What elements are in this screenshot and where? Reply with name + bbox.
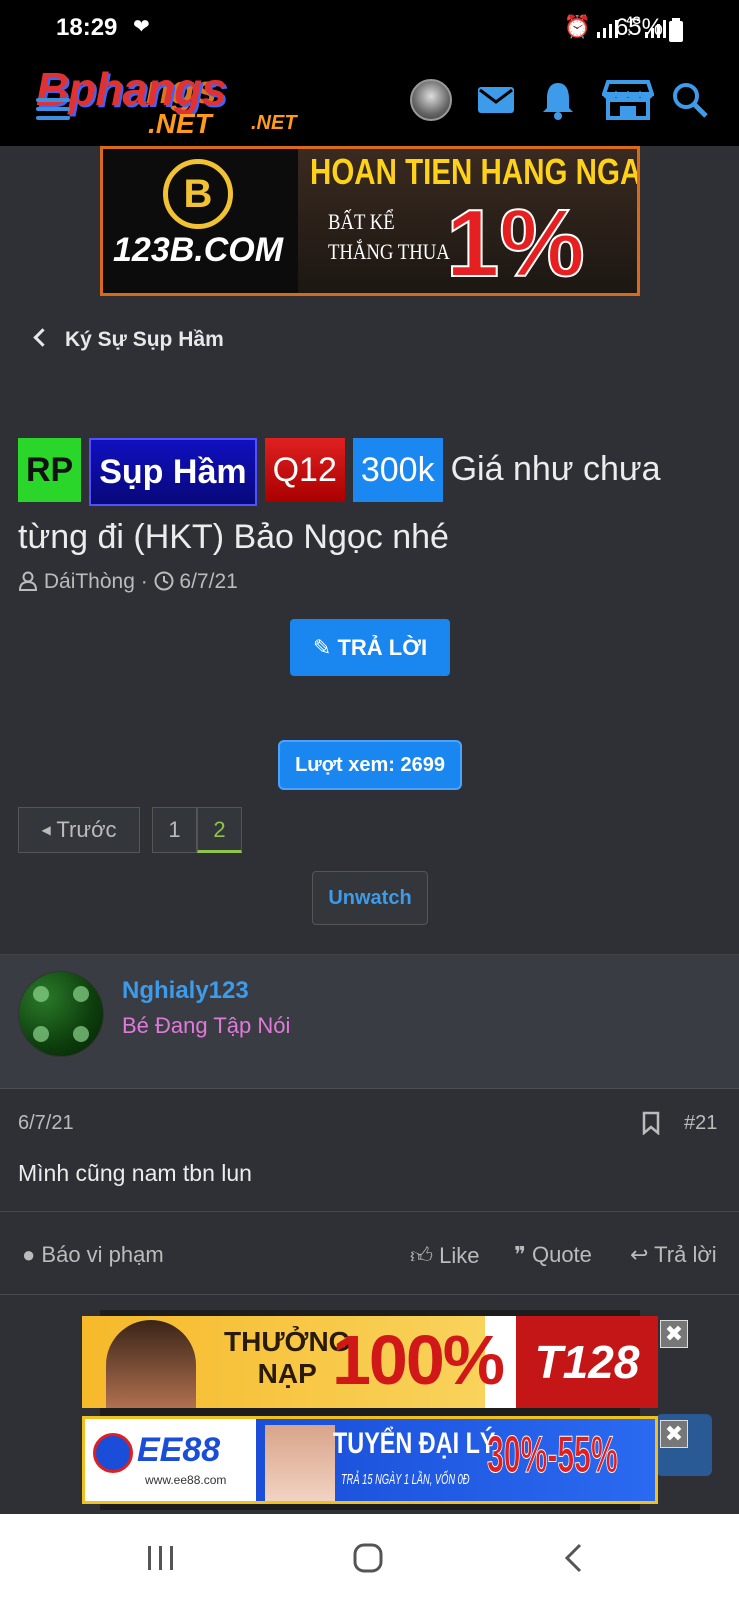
status-time: 18:29 <box>56 14 118 41</box>
logo-net: .NET <box>148 108 212 139</box>
site-header: ngs Bphangs .NET .NET <box>0 58 739 146</box>
heart-icon: ❤ <box>133 16 150 38</box>
tag-300k[interactable]: 300k <box>352 438 443 502</box>
ad-ee88[interactable]: EE88 www.ee88.com TUYỂN ĐẠI LÝ TRẢ 15 NG… <box>82 1416 658 1504</box>
reply-button[interactable]: ✎ TRẢ LỜI <box>290 619 450 676</box>
ad1-percent: 100% <box>332 1321 505 1399</box>
post-user-box: Nghialy123 Bé Đang Tập Nói <box>0 954 739 1089</box>
pencil-icon: ✎ <box>312 635 332 660</box>
logo-net-2: .NET <box>251 112 297 134</box>
like-label: Like <box>439 1243 480 1268</box>
alarm-icon: ⏰ <box>563 14 591 39</box>
user-icon <box>18 571 38 591</box>
post-date[interactable]: 6/7/21 <box>18 1112 74 1135</box>
bookmark-icon[interactable] <box>640 1111 662 1135</box>
tag-sup-ham[interactable]: Sụp Hầm <box>89 438 257 506</box>
unwatch-button[interactable]: Unwatch <box>312 871 428 925</box>
ad2-subtext: TRẢ 15 NGÀY 1 LẦN, VỐN 0Đ <box>341 1471 470 1488</box>
quote-icon: ❞ <box>514 1242 526 1267</box>
ad2-site: www.ee88.com <box>145 1473 227 1487</box>
avatar-image <box>33 986 89 1042</box>
post-username[interactable]: Nghialy123 <box>122 977 249 1005</box>
home-icon[interactable] <box>352 1542 384 1574</box>
post-content: Mình cũng nam tbn lun <box>18 1160 252 1186</box>
ad2-brand: EE88 <box>137 1431 221 1469</box>
alert-icon: ● <box>22 1242 36 1267</box>
top-banner-ad[interactable]: B 123B.COM HOAN TIEN HANG NGAY BẤT KỂ THẮ… <box>100 146 640 296</box>
like-button[interactable]: 👍︎ Like <box>410 1242 479 1269</box>
ad2-headline: TUYỂN ĐẠI LÝ <box>333 1427 496 1460</box>
banner-coin-logo: B <box>163 159 233 229</box>
bell-icon[interactable] <box>536 78 580 122</box>
tag-rp[interactable]: RP <box>18 438 82 502</box>
close-ad1-icon[interactable]: ✖ <box>660 1320 688 1348</box>
banner-percent: 1% <box>445 189 586 296</box>
ad2-percent: 30%-55% <box>487 1426 618 1485</box>
page-2[interactable]: 2 <box>197 807 242 853</box>
ad1-brand: T128 <box>516 1316 658 1408</box>
status-bar: 18:29 ❤ ⏰ 4G ↕ 65% <box>0 0 739 58</box>
battery-icon <box>669 18 683 42</box>
battery-percent: 65% <box>614 14 663 41</box>
banner-headline: HOAN TIEN HANG NGAY <box>310 151 640 192</box>
site-logo[interactable]: ngs Bphangs .NET .NET <box>36 62 336 142</box>
prev-page-button[interactable]: ◀ Trước <box>18 807 140 853</box>
ad-model-image <box>106 1320 196 1408</box>
user-avatar[interactable] <box>410 79 452 121</box>
back-icon[interactable] <box>562 1542 586 1574</box>
banner-sub2: THẮNG THUA <box>328 239 450 264</box>
ad2-model-image <box>265 1425 335 1501</box>
page-1[interactable]: 1 <box>152 807 197 853</box>
post-user-title: Bé Đang Tập Nói <box>122 1013 291 1038</box>
reply-post-label: Trả lời <box>654 1242 717 1267</box>
ad1-text2: NẠP <box>257 1358 317 1389</box>
thread-meta: DáiThòng · 6/7/21 <box>18 570 238 594</box>
mail-icon[interactable] <box>474 78 518 122</box>
thumbs-up-icon: 👍︎ <box>410 1243 433 1268</box>
report-button[interactable]: ● Báo vi phạm <box>22 1242 164 1268</box>
reply-button-label: TRẢ LỜI <box>337 635 428 660</box>
post-avatar[interactable] <box>18 971 104 1057</box>
quote-label: Quote <box>531 1242 592 1267</box>
breadcrumb[interactable]: Ký Sự Sụp Hầm <box>28 328 224 352</box>
prev-page-label: Trước <box>56 817 117 842</box>
search-icon[interactable] <box>668 78 712 122</box>
banner-logo-panel: B 123B.COM <box>103 149 298 293</box>
tag-q12[interactable]: Q12 <box>264 438 345 502</box>
banner-site: 123B.COM <box>113 231 284 269</box>
clock-icon <box>154 571 174 591</box>
system-nav-bar <box>0 1514 739 1600</box>
thread-author[interactable]: DáiThòng <box>44 570 135 593</box>
banner-sub1: BẤT KỂ <box>328 209 395 234</box>
banner-subtext: BẤT KỂ THẮNG THUA <box>328 207 450 267</box>
menu-icon[interactable] <box>36 98 70 124</box>
ad-t128[interactable]: THƯỞNG NẠP 100% T128 <box>82 1316 658 1408</box>
reply-arrow-icon: ↩ <box>630 1242 649 1267</box>
post-actions: ● Báo vi phạm 👍︎ Like ❞ Quote ↩ Trả lời <box>0 1211 739 1295</box>
recent-apps-icon[interactable] <box>146 1544 176 1572</box>
thread-title: RP Sụp Hầm Q12 300k Giá như chưa từng đi (HK… <box>18 438 728 568</box>
thread-date[interactable]: 6/7/21 <box>179 570 237 593</box>
store-icon[interactable] <box>602 78 654 122</box>
breadcrumb-label: Ký Sự Sụp Hầm <box>65 328 224 351</box>
close-ad2-icon[interactable]: ✖ <box>660 1420 688 1448</box>
reply-post-button[interactable]: ↩ Trả lời <box>630 1242 717 1268</box>
caret-left-icon: ◀ <box>41 823 51 837</box>
post-number[interactable]: #21 <box>684 1112 717 1135</box>
ad2-logo-icon <box>93 1433 133 1473</box>
quote-button[interactable]: ❞ Quote <box>514 1242 592 1268</box>
view-count-badge: Lượt xem: 2699 <box>278 740 462 790</box>
report-label: Báo vi phạm <box>41 1242 164 1267</box>
chevron-left-icon <box>33 328 52 347</box>
banner-promo-panel: HOAN TIEN HANG NGAY BẤT KỂ THẮNG THUA 1% <box>298 149 640 296</box>
